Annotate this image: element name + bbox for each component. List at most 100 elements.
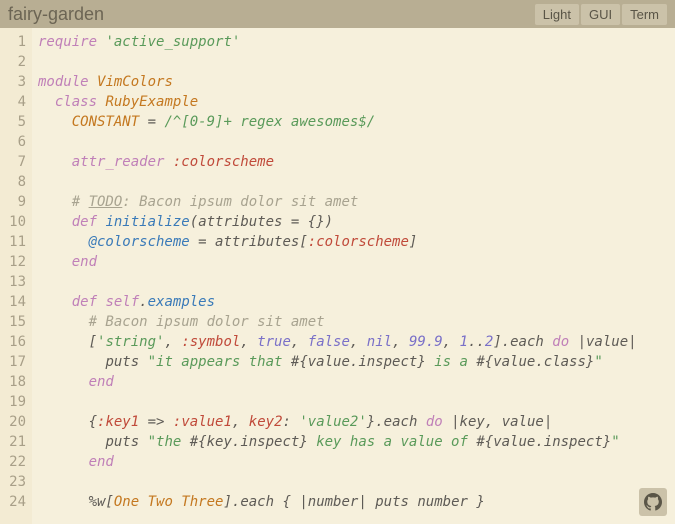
token-punc: | (358, 494, 366, 510)
line-number: 1 (4, 32, 26, 52)
token-kw: module (38, 74, 89, 90)
line-number: 4 (4, 92, 26, 112)
token-id: each (510, 334, 552, 350)
token-kw: do (552, 334, 569, 350)
code-line: CONSTANT = /^[0-9]+ regex awesomes$/ (38, 112, 669, 132)
line-number: 2 (4, 52, 26, 72)
code-line (38, 272, 669, 292)
token-kw: self (105, 294, 139, 310)
token-punc: = (198, 234, 206, 250)
token-sym: :colorscheme (173, 154, 274, 170)
token-str: is a (426, 354, 477, 370)
code-line (38, 392, 669, 412)
token-interp: } (603, 434, 611, 450)
line-number: 8 (4, 172, 26, 192)
code-line: class RubyExample (38, 92, 669, 112)
token-id (38, 254, 72, 270)
line-number: 7 (4, 152, 26, 172)
token-id (89, 74, 97, 90)
token-kw: end (89, 374, 114, 390)
token-id: key (460, 414, 485, 430)
token-str: "it appears that (148, 354, 291, 370)
token-id (38, 94, 55, 110)
token-id (190, 234, 198, 250)
token-punc: = (148, 114, 156, 130)
line-number: 9 (4, 192, 26, 212)
line-number: 18 (4, 372, 26, 392)
token-id (38, 334, 89, 350)
token-punc: .. (468, 334, 485, 350)
token-id (38, 434, 105, 450)
code-line: module VimColors (38, 72, 669, 92)
token-num: 1 (460, 334, 468, 350)
token-bool: nil (367, 334, 392, 350)
token-str: " (611, 434, 619, 450)
token-id: value (586, 334, 628, 350)
token-interp: #{ (190, 434, 207, 450)
token-ivar: @colorscheme (89, 234, 190, 250)
token-const: CONSTANT (72, 114, 139, 130)
token-str: "the (148, 434, 190, 450)
line-number: 3 (4, 72, 26, 92)
code-line: end (38, 252, 669, 272)
token-id: value.class (493, 354, 586, 370)
token-str: 'string' (97, 334, 164, 350)
token-punc: , (350, 334, 367, 350)
code-line: require 'active_support' (38, 32, 669, 52)
code-content: require 'active_support' module VimColor… (32, 28, 675, 524)
token-punc: | (578, 334, 586, 350)
token-cmt: : Bacon ipsum dolor sit amet (122, 194, 358, 210)
token-punc: , (392, 334, 409, 350)
code-line: # Bacon ipsum dolor sit amet (38, 312, 669, 332)
code-line: {:key1 => :value1, key2: 'value2'}.each … (38, 412, 669, 432)
code-line: end (38, 452, 669, 472)
light-button[interactable]: Light (535, 4, 579, 25)
line-number: 19 (4, 392, 26, 412)
token-punc: } (476, 494, 484, 510)
token-kw: attr_reader (72, 154, 165, 170)
token-sym: :key1 (97, 414, 139, 430)
token-punc: , (291, 334, 308, 350)
line-number: 5 (4, 112, 26, 132)
token-id: attributes (198, 214, 291, 230)
token-id: each (384, 414, 426, 430)
token-sym: :value1 (173, 414, 232, 430)
line-number: 10 (4, 212, 26, 232)
code-line: %w[One Two Three].each { |number| puts n… (38, 492, 669, 512)
code-line: @colorscheme = attributes[:colorscheme] (38, 232, 669, 252)
token-str: 'value2' (299, 414, 366, 430)
token-punc: , (485, 414, 502, 430)
line-number: 17 (4, 352, 26, 372)
token-bool: false (308, 334, 350, 350)
token-id: each (240, 494, 282, 510)
line-number: 15 (4, 312, 26, 332)
token-id (38, 314, 89, 330)
token-todo: TODO (89, 194, 123, 210)
code-line (38, 52, 669, 72)
line-number-gutter: 123456789101112131415161718192021222324 (0, 28, 32, 524)
gui-button[interactable]: GUI (581, 4, 620, 25)
token-kw: end (89, 454, 114, 470)
code-line: # TODO: Bacon ipsum dolor sit amet (38, 192, 669, 212)
token-id (38, 354, 105, 370)
term-button[interactable]: Term (622, 4, 667, 25)
github-link[interactable] (639, 488, 667, 516)
token-id (299, 214, 307, 230)
code-line: def initialize(attributes = {}) (38, 212, 669, 232)
token-def: examples (148, 294, 215, 310)
token-id (164, 154, 172, 170)
token-punc: | (544, 414, 552, 430)
token-punc: {}) (308, 214, 333, 230)
token-id: number (308, 494, 359, 510)
token-punc: , (164, 334, 181, 350)
code-line: puts "the #{key.inspect} key has a value… (38, 432, 669, 452)
line-number: 23 (4, 472, 26, 492)
token-punc: ]. (493, 334, 510, 350)
code-line (38, 472, 669, 492)
token-punc: ]. (223, 494, 240, 510)
token-sym: :colorscheme (308, 234, 409, 250)
token-id (38, 154, 72, 170)
token-id (38, 374, 89, 390)
token-str: " (594, 354, 602, 370)
token-id (569, 334, 577, 350)
